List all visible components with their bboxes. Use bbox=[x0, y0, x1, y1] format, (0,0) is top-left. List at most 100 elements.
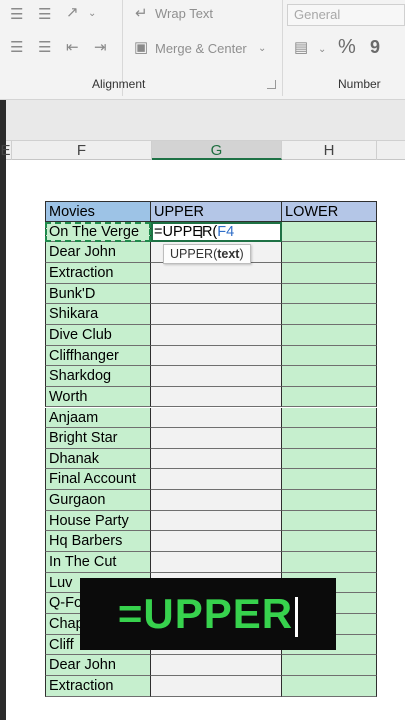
table-row: Dhanak bbox=[45, 448, 377, 470]
lower-cell[interactable] bbox=[282, 531, 377, 553]
lower-cell[interactable] bbox=[282, 345, 377, 367]
lower-cell[interactable] bbox=[282, 386, 377, 408]
movie-cell[interactable]: In The Cut bbox=[45, 552, 151, 573]
lower-cell[interactable] bbox=[282, 655, 377, 676]
movie-cell[interactable]: Extraction bbox=[45, 262, 151, 284]
lower-cell[interactable] bbox=[282, 407, 377, 429]
lower-cell[interactable] bbox=[282, 510, 377, 532]
upper-cell[interactable] bbox=[151, 324, 282, 346]
upper-cell[interactable] bbox=[151, 366, 282, 387]
upper-cell[interactable] bbox=[151, 262, 282, 284]
decrease-indent-icon[interactable]: ⇤ bbox=[66, 39, 79, 57]
movie-cell[interactable]: Anjaam bbox=[45, 407, 151, 429]
tooltip-argument: text bbox=[217, 247, 240, 261]
chevron-down-icon[interactable]: ⌄ bbox=[88, 5, 96, 23]
caption-text: =UPPER bbox=[117, 590, 294, 637]
formula-prefix: =UPPER( bbox=[154, 223, 218, 240]
movie-cell[interactable]: Dear John bbox=[45, 655, 151, 676]
column-header-h[interactable]: H bbox=[282, 141, 377, 160]
column-header-g[interactable]: G bbox=[152, 141, 282, 160]
movie-cell[interactable]: Dear John bbox=[45, 242, 151, 263]
upper-cell[interactable] bbox=[151, 490, 282, 511]
header-upper[interactable]: UPPER bbox=[151, 201, 282, 222]
column-header-e[interactable]: E bbox=[0, 141, 12, 160]
caption-overlay: =UPPER bbox=[80, 578, 336, 650]
ribbon-separator bbox=[282, 0, 283, 96]
lower-cell[interactable] bbox=[282, 242, 377, 263]
upper-cell[interactable] bbox=[151, 531, 282, 553]
chevron-down-icon[interactable]: ⌄ bbox=[258, 40, 266, 58]
movie-cell[interactable]: Hq Barbers bbox=[45, 531, 151, 553]
merge-center-button[interactable]: Merge & Center bbox=[155, 40, 247, 58]
function-tooltip[interactable]: UPPER(text) bbox=[163, 244, 251, 264]
lower-cell[interactable] bbox=[282, 490, 377, 511]
table-row: Shikara bbox=[45, 304, 377, 325]
lower-cell[interactable] bbox=[282, 428, 377, 449]
upper-cell[interactable] bbox=[151, 675, 282, 697]
percent-style-button[interactable]: % bbox=[338, 37, 356, 57]
tooltip-close-paren: ) bbox=[239, 247, 244, 261]
movie-cell[interactable]: Dive Club bbox=[45, 324, 151, 346]
upper-cell[interactable] bbox=[151, 304, 282, 325]
indent-lines-icon[interactable]: ☰ bbox=[10, 6, 23, 24]
table-row: Hq Barbers bbox=[45, 531, 377, 553]
upper-cell[interactable] bbox=[151, 469, 282, 491]
movie-cell[interactable]: Extraction bbox=[45, 675, 151, 697]
active-formula-cell[interactable]: =UPPER(F4 bbox=[151, 221, 282, 243]
comma-style-button[interactable]: 9 bbox=[370, 38, 380, 56]
movie-cell[interactable]: Final Account bbox=[45, 469, 151, 491]
lower-cell[interactable] bbox=[282, 221, 377, 243]
dialog-launcher-icon[interactable] bbox=[267, 80, 276, 89]
lower-cell[interactable] bbox=[282, 262, 377, 284]
upper-cell[interactable] bbox=[151, 283, 282, 305]
wrap-text-button[interactable]: Wrap Text bbox=[155, 5, 213, 23]
column-header-f[interactable]: F bbox=[12, 141, 152, 160]
upper-cell[interactable] bbox=[151, 345, 282, 367]
lower-cell[interactable] bbox=[282, 552, 377, 573]
lower-cell[interactable] bbox=[282, 469, 377, 491]
movie-cell[interactable]: Shikara bbox=[45, 304, 151, 325]
movie-cell[interactable]: Gurgaon bbox=[45, 490, 151, 511]
accounting-format-icon[interactable]: ▤ bbox=[294, 39, 308, 57]
movie-cell[interactable]: Bright Star bbox=[45, 428, 151, 449]
lower-cell[interactable] bbox=[282, 675, 377, 697]
lower-cell[interactable] bbox=[282, 324, 377, 346]
upper-cell[interactable] bbox=[151, 552, 282, 573]
table-row: Extraction bbox=[45, 262, 377, 284]
wrap-text-icon[interactable]: ↵ bbox=[135, 5, 148, 23]
upper-cell[interactable] bbox=[151, 448, 282, 470]
lower-cell[interactable] bbox=[282, 283, 377, 305]
movie-cell[interactable]: Bunk'D bbox=[45, 283, 151, 305]
align-right-icon[interactable]: ☰ bbox=[38, 39, 51, 57]
table-header-row: Movies UPPER LOWER bbox=[45, 201, 377, 222]
movie-cell[interactable]: House Party bbox=[45, 510, 151, 532]
tooltip-function-name: UPPER( bbox=[170, 247, 218, 261]
merge-center-icon[interactable]: ▣ bbox=[134, 39, 148, 57]
lower-cell[interactable] bbox=[282, 448, 377, 470]
align-left-icon[interactable]: ☰ bbox=[10, 39, 23, 57]
table-row: Dive Club bbox=[45, 324, 377, 346]
movie-cell[interactable]: On The Verge bbox=[45, 221, 151, 243]
header-lower[interactable]: LOWER bbox=[282, 201, 377, 222]
lower-cell[interactable] bbox=[282, 366, 377, 387]
header-movies[interactable]: Movies bbox=[45, 201, 151, 222]
orientation-icon[interactable]: ↗ bbox=[66, 4, 79, 22]
number-format-dropdown[interactable]: General bbox=[287, 4, 405, 26]
column-headers: E F G H bbox=[0, 140, 405, 160]
movie-cell[interactable]: Worth bbox=[45, 386, 151, 408]
chevron-down-icon[interactable]: ⌄ bbox=[318, 41, 326, 59]
movie-cell[interactable]: Cliffhanger bbox=[45, 345, 151, 367]
formula-reference: F4 bbox=[217, 223, 235, 240]
lower-cell[interactable] bbox=[282, 304, 377, 325]
upper-cell[interactable] bbox=[151, 655, 282, 676]
upper-cell[interactable] bbox=[151, 407, 282, 429]
movie-cell[interactable]: Dhanak bbox=[45, 448, 151, 470]
upper-cell[interactable] bbox=[151, 428, 282, 449]
upper-cell[interactable] bbox=[151, 510, 282, 532]
table-row: Worth bbox=[45, 386, 377, 408]
increase-indent-icon[interactable]: ⇥ bbox=[94, 39, 107, 57]
justify-lines-icon[interactable]: ☰ bbox=[38, 6, 51, 24]
upper-cell[interactable] bbox=[151, 386, 282, 408]
movie-cell[interactable]: Sharkdog bbox=[45, 366, 151, 387]
ribbon: ☰ ☰ ↗ ⌄ ↵ Wrap Text General ☰ ☰ ⇤ ⇥ ▣ Me… bbox=[0, 0, 405, 100]
